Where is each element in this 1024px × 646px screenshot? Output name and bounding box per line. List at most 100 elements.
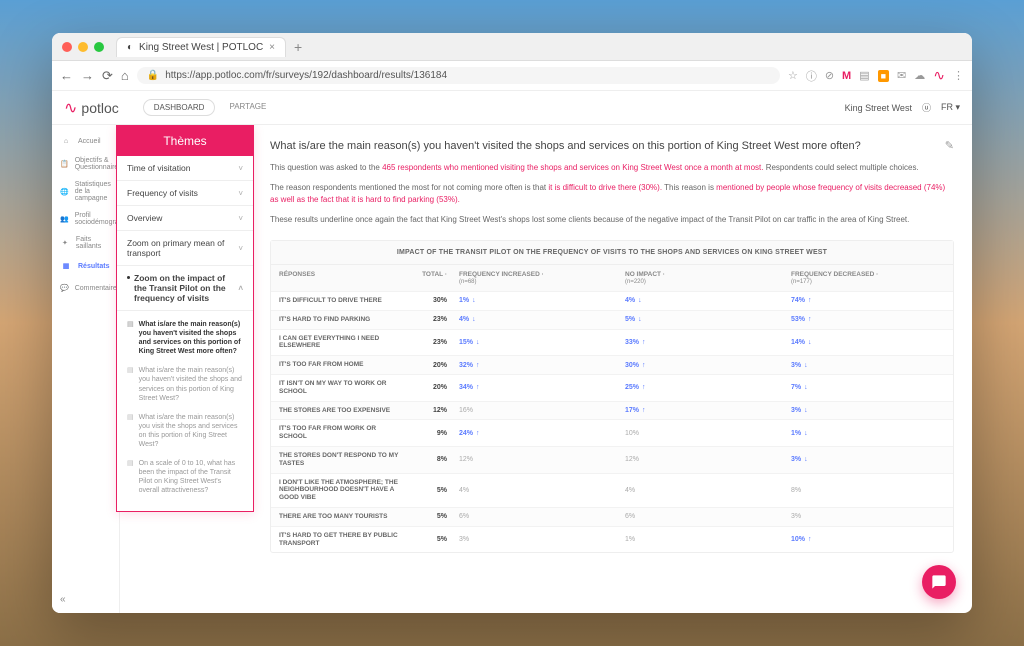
nav-resultats[interactable]: ▦Résultats: [56, 256, 115, 276]
logo[interactable]: ∿ potloc: [64, 98, 119, 118]
themes-panel-wrap: Thèmes Time of visitation˅ Frequency of …: [120, 125, 252, 613]
nav-profil[interactable]: 👥Profil sociodémographique: [56, 208, 115, 230]
chevron-down-icon: ˅: [238, 244, 243, 253]
maximize-window-icon[interactable]: [94, 42, 104, 52]
nav-accueil[interactable]: ⌂Accueil: [56, 131, 115, 151]
response-label: THE STORES ARE TOO EXPENSIVE: [279, 407, 409, 415]
chat-fab[interactable]: [922, 565, 956, 599]
lock-icon: 🔒: [147, 70, 159, 81]
globe-icon: 🌐: [60, 186, 69, 198]
response-label: IT'S HARD TO FIND PARKING: [279, 316, 409, 324]
forward-icon[interactable]: →: [81, 68, 94, 83]
url-input[interactable]: 🔒 https://app.potloc.com/fr/surveys/192/…: [137, 67, 780, 84]
table-cell: 34%↑: [447, 384, 613, 391]
header-right: King Street West ⓤ FR ▾: [845, 101, 960, 114]
col-increased[interactable]: FREQUENCY INCREASED ·(n=68): [447, 271, 613, 285]
total-pct: 5%: [409, 536, 447, 543]
table-cell: 32%↑: [447, 362, 613, 369]
block-icon[interactable]: ⊘: [825, 69, 834, 82]
bullet-icon: [127, 276, 130, 279]
paragraph-1: This question was asked to the 465 respo…: [270, 162, 954, 174]
info-icon[interactable]: ⓘ: [806, 68, 817, 84]
sub-question-4[interactable]: ▤On a scale of 0 to 10, what has been th…: [123, 454, 247, 500]
table-cell: 1%: [613, 536, 779, 543]
table-cell: 25%↑: [613, 384, 779, 391]
browser-tab-active[interactable]: ◐ King Street West | POTLOC ×: [116, 37, 286, 57]
tab-partage[interactable]: PARTAGE: [219, 99, 276, 116]
theme-transit-pilot[interactable]: Zoom on the impact of the Transit Pilot …: [117, 266, 253, 311]
app: ∿ potloc DASHBOARD PARTAGE King Street W…: [52, 91, 972, 613]
nav-objectifs[interactable]: 📋Objectifs & Questionnaire: [56, 153, 115, 175]
new-tab-button[interactable]: +: [294, 39, 302, 55]
nav-commentaires[interactable]: 💬Commentaires: [56, 278, 115, 298]
response-label: IT'S HARD TO GET THERE BY PUBLIC TRANSPO…: [279, 532, 409, 548]
back-icon[interactable]: ←: [60, 68, 73, 83]
col-total[interactable]: TOTAL ·: [409, 271, 447, 285]
cloud-icon[interactable]: ☁: [914, 69, 925, 82]
total-pct: 5%: [409, 513, 447, 520]
potloc-extension-icon[interactable]: ∿: [933, 67, 945, 84]
sub-question-3[interactable]: ▤What is/are the main reason(s) you visi…: [123, 408, 247, 454]
reload-icon[interactable]: ⟳: [102, 68, 113, 84]
mail-icon[interactable]: ✉: [897, 69, 906, 82]
m-extension-icon[interactable]: M: [842, 70, 851, 82]
sub-question-2[interactable]: ▤What is/are the main reason(s) you have…: [123, 361, 247, 407]
lang-switch[interactable]: FR ▾: [941, 102, 960, 113]
menu-icon[interactable]: ⋮: [953, 69, 964, 82]
col-decreased[interactable]: FREQUENCY DECREASED ·(n=177): [779, 271, 945, 285]
star-icon[interactable]: ☆: [788, 69, 798, 82]
browser-window: ◐ King Street West | POTLOC × + ← → ⟳ ⌂ …: [52, 33, 972, 613]
question-title-row: What is/are the main reason(s) you haven…: [270, 139, 954, 152]
nav-faits[interactable]: ✦Faits saillants: [56, 232, 115, 254]
minimize-window-icon[interactable]: [78, 42, 88, 52]
theme-overview[interactable]: Overview˅: [117, 206, 253, 231]
table-cell: 3%: [447, 536, 613, 543]
table-cell: 10%: [613, 430, 779, 437]
chart-icon: ▦: [60, 260, 72, 272]
user-avatar-icon[interactable]: ⓤ: [922, 101, 931, 114]
browser-tabs: ◐ King Street West | POTLOC × +: [116, 37, 962, 57]
app-header: ∿ potloc DASHBOARD PARTAGE King Street W…: [52, 91, 972, 125]
theme-transport[interactable]: Zoom on primary mean of transport˅: [117, 231, 253, 266]
col-noimpact[interactable]: NO IMPACT ·(n=220): [613, 271, 779, 285]
tab-dashboard[interactable]: DASHBOARD: [143, 99, 216, 116]
total-pct: 23%: [409, 316, 447, 323]
table-cell: 4%: [447, 487, 613, 494]
extension-icon[interactable]: ▤: [859, 69, 869, 82]
table-cell: 16%: [447, 407, 613, 414]
titlebar: ◐ King Street West | POTLOC × +: [52, 33, 972, 61]
table-cell: 5%↓: [613, 316, 779, 323]
table-cell: 7%↓: [779, 384, 945, 391]
header-tabs: DASHBOARD PARTAGE: [143, 99, 277, 116]
table-cell: 1%↓: [447, 297, 613, 304]
table-row: IT'S HARD TO GET THERE BY PUBLIC TRANSPO…: [271, 526, 953, 553]
orange-extension-icon[interactable]: ■: [878, 70, 889, 82]
themes-title: Thèmes: [117, 126, 253, 156]
table-row: IT'S TOO FAR FROM HOME20%32%↑30%↑3%↓: [271, 355, 953, 374]
chevron-down-icon: ˅: [238, 189, 243, 198]
theme-frequency[interactable]: Frequency of visits˅: [117, 181, 253, 206]
comment-icon: 💬: [60, 282, 69, 294]
table-row: THERE ARE TOO MANY TOURISTS5%6%6%3%: [271, 507, 953, 526]
col-responses[interactable]: RÉPONSES: [279, 271, 409, 285]
table-cell: 17%↑: [613, 407, 779, 414]
table-cell: 6%: [613, 513, 779, 520]
home-icon[interactable]: ⌂: [121, 68, 129, 83]
table-cell: 14%↓: [779, 339, 945, 346]
close-tab-icon[interactable]: ×: [269, 42, 275, 53]
paragraph-2: The reason respondents mentioned the mos…: [270, 182, 954, 206]
table-cell: 30%↑: [613, 362, 779, 369]
response-label: I CAN GET EVERYTHING I NEED ELSEWHERE: [279, 335, 409, 351]
theme-time[interactable]: Time of visitation˅: [117, 156, 253, 181]
collapse-sidebar-icon[interactable]: «: [60, 594, 66, 605]
response-label: IT'S DIFFICULT TO DRIVE THERE: [279, 297, 409, 305]
table-cell: 3%: [779, 513, 945, 520]
table-row: IT'S TOO FAR FROM WORK OR SCHOOL9%24%↑10…: [271, 419, 953, 446]
table-cell: 3%↓: [779, 456, 945, 463]
chevron-up-icon: ˄: [238, 284, 243, 293]
sub-question-1[interactable]: ▤What is/are the main reason(s) you have…: [123, 315, 247, 361]
table-cell: 24%↑: [447, 430, 613, 437]
close-window-icon[interactable]: [62, 42, 72, 52]
edit-icon[interactable]: ✎: [945, 139, 954, 152]
nav-stats[interactable]: 🌐Statistiques de la campagne: [56, 177, 115, 206]
